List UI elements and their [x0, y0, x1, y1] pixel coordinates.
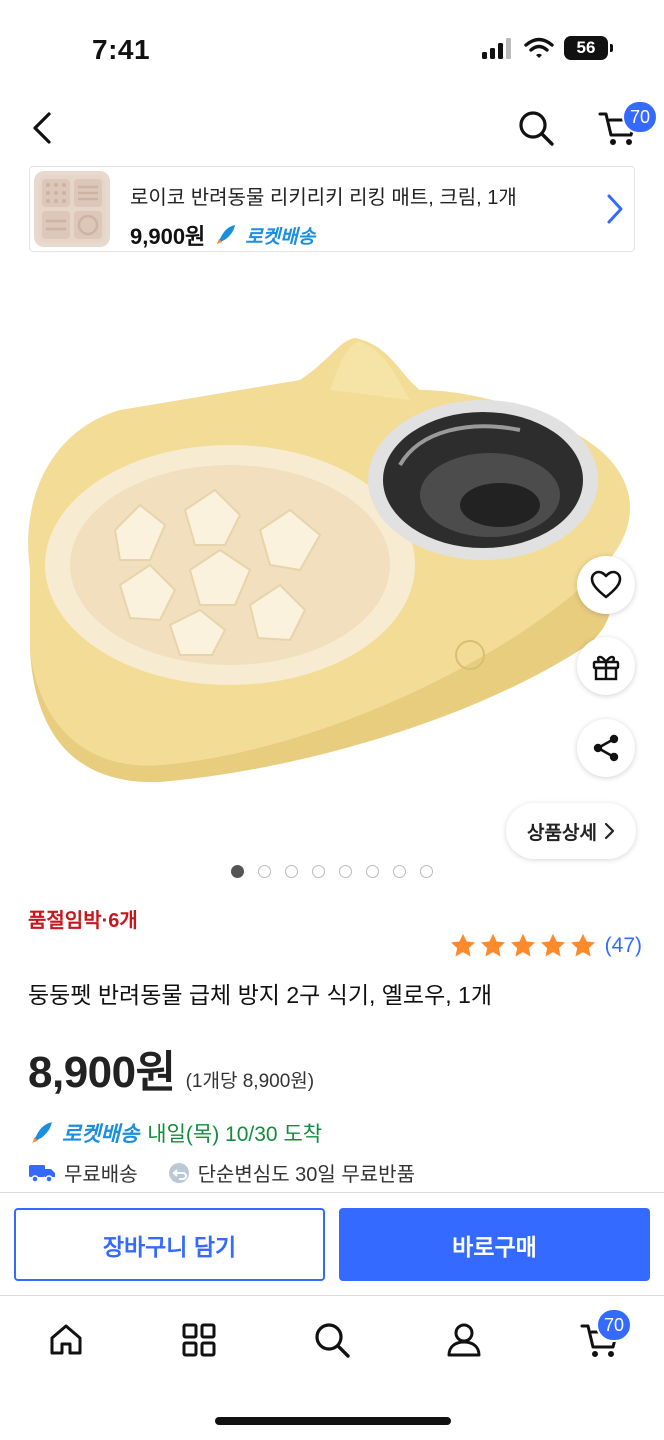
perks-row: 무료배송 단순변심도 30일 무료반품 — [28, 1158, 415, 1187]
carousel-dot[interactable] — [393, 865, 406, 878]
carousel-dot[interactable] — [339, 865, 352, 878]
rocket-delivery-label: 로켓배송 — [62, 1123, 140, 1146]
recommended-product-banner[interactable]: 로이코 반려동물 리키리키 리킹 매트, 크림, 1개 9,900원 로켓배송 — [29, 166, 635, 252]
rocket-delivery-label: 로켓배송 — [245, 226, 316, 248]
wishlist-button[interactable] — [577, 556, 635, 614]
recommended-product-price: 9,900원 — [130, 224, 206, 249]
product-image — [28, 338, 630, 783]
user-icon — [447, 1323, 481, 1357]
price-row: 8,900원 (1개당 8,900원) — [28, 1036, 314, 1100]
gift-icon — [592, 655, 620, 681]
free-returns-label: 단순변심도 30일 무료반품 — [197, 1164, 415, 1186]
back-button[interactable] — [22, 108, 62, 148]
product-detail-label: 상품상세 — [527, 822, 597, 844]
top-header: 70 — [0, 96, 664, 162]
cart-count-badge: 70 — [596, 1308, 633, 1342]
bottom-navigation: 70 — [0, 1300, 664, 1380]
status-icons: 56 — [482, 36, 613, 60]
return-icon — [168, 1162, 189, 1183]
buy-now-button[interactable]: 바로구매 — [339, 1208, 650, 1281]
nav-home[interactable] — [38, 1312, 94, 1368]
gift-button[interactable] — [577, 637, 635, 695]
status-bar: 7:41 56 — [0, 0, 664, 90]
share-icon — [593, 734, 619, 762]
free-shipping-label: 무료배송 — [64, 1164, 138, 1186]
status-time: 7:41 — [92, 34, 151, 65]
search-icon — [315, 1323, 350, 1358]
star-icon — [570, 933, 595, 957]
signal-icon — [482, 38, 511, 59]
nav-my-account[interactable] — [436, 1312, 492, 1368]
home-icon — [50, 1324, 82, 1355]
chevron-left-icon — [33, 112, 51, 144]
category-grid-icon — [182, 1323, 216, 1357]
truck-icon — [29, 1164, 55, 1183]
product-price: 8,900원 — [28, 1048, 176, 1097]
search-button[interactable] — [512, 104, 560, 152]
carousel-dot[interactable] — [231, 865, 244, 878]
delivery-row: 로켓배송 내일(목) 10/30 도착 — [28, 1118, 322, 1148]
recommended-product-price-row: 9,900원 로켓배송 — [130, 219, 315, 251]
rocket-icon — [32, 1122, 52, 1143]
carousel-dot[interactable] — [420, 865, 433, 878]
chevron-right-icon — [604, 822, 615, 840]
star-icon — [450, 933, 475, 957]
carousel-dot[interactable] — [258, 865, 271, 878]
star-icon — [510, 933, 535, 957]
unit-price: (1개당 8,900원) — [185, 1071, 315, 1092]
recommended-product-thumbnail — [34, 171, 110, 247]
cart-button[interactable]: 70 — [594, 100, 659, 152]
carousel-dot[interactable] — [285, 865, 298, 878]
delivery-date: 내일(목) 10/30 도착 — [147, 1123, 323, 1146]
nav-cart[interactable]: 70 — [572, 1308, 633, 1368]
product-title: 둥둥펫 반려동물 급체 방지 2구 식기, 옐로우, 1개 — [28, 982, 492, 1008]
rocket-icon — [217, 225, 236, 244]
chevron-right-icon — [607, 194, 623, 224]
carousel-dot[interactable] — [366, 865, 379, 878]
star-icon — [540, 933, 565, 957]
battery-icon: 56 — [564, 36, 613, 60]
review-count[interactable]: (47) — [605, 934, 642, 958]
purchase-action-bar: 장바구니 담기 바로구매 — [0, 1192, 664, 1296]
nav-categories[interactable] — [171, 1312, 227, 1368]
product-image-carousel[interactable] — [0, 270, 664, 830]
product-detail-button[interactable]: 상품상세 — [506, 803, 636, 859]
recommended-product-title: 로이코 반려동물 리키리키 리킹 매트, 크림, 1개 — [130, 187, 517, 209]
nav-search[interactable] — [304, 1312, 360, 1368]
home-indicator — [215, 1417, 451, 1425]
add-to-cart-button[interactable]: 장바구니 담기 — [14, 1208, 325, 1281]
stock-notice: 품절임박·6개 — [28, 910, 138, 932]
heart-icon — [590, 570, 622, 599]
star-icon — [480, 933, 505, 957]
wifi-icon — [524, 37, 554, 58]
rating[interactable]: (47) — [449, 932, 642, 960]
search-icon — [519, 111, 554, 146]
cart-count-badge: 70 — [622, 100, 659, 134]
share-button[interactable] — [577, 719, 635, 777]
carousel-pagination — [231, 865, 433, 878]
carousel-dot[interactable] — [312, 865, 325, 878]
